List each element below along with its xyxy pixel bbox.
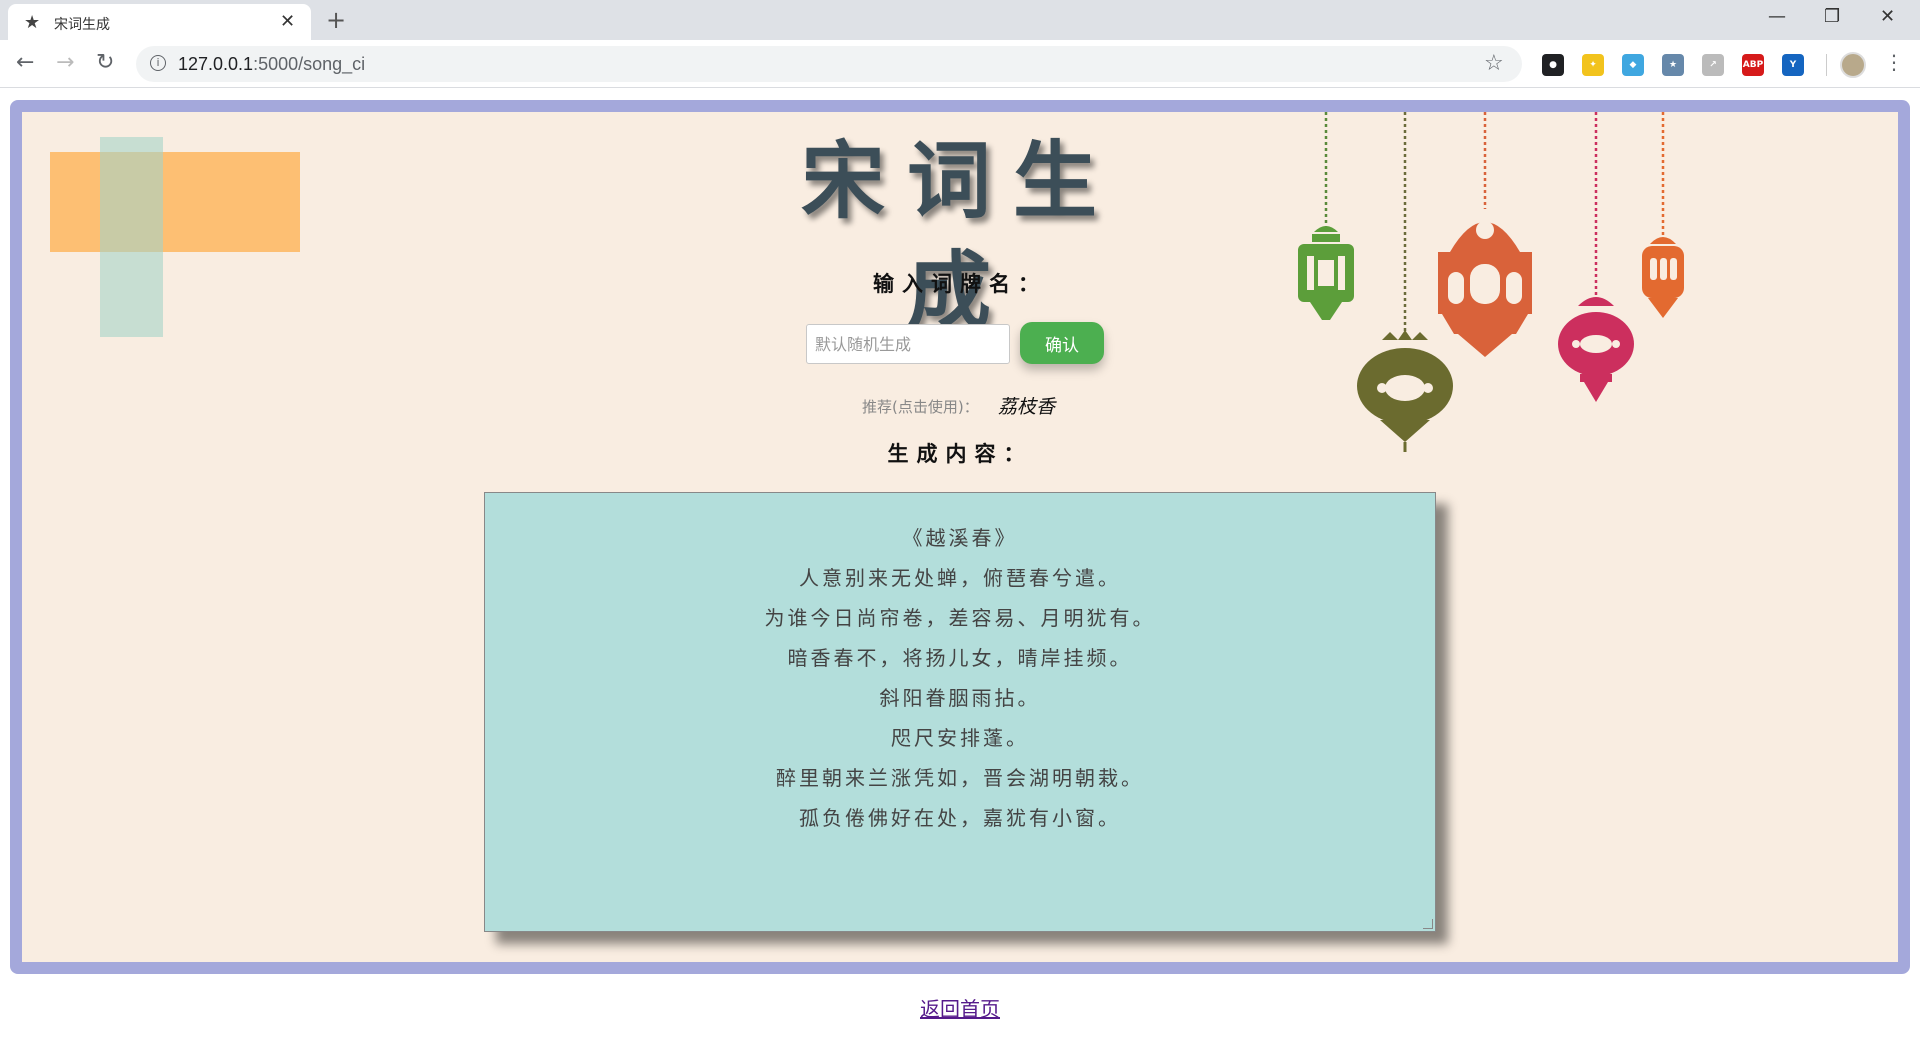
url-host: 127.0.0.1 [178, 54, 254, 74]
decorative-green-block [100, 137, 163, 337]
recommend-label: 推荐(点击使用)： [862, 398, 979, 416]
extension-5-icon[interactable]: ↗ [1702, 54, 1724, 76]
url-path: :5000/song_ci [253, 54, 366, 74]
url-text[interactable]: 127.0.0.1:5000/song_ci [178, 54, 365, 75]
green-lantern-icon [1298, 226, 1354, 320]
resize-handle-icon[interactable] [1423, 919, 1433, 929]
output-label: 生成内容： [887, 441, 1033, 466]
adblock-icon[interactable]: ABP [1742, 54, 1764, 76]
tab-title: 宋词生成 [54, 17, 110, 33]
confirm-button[interactable]: 确认 [1020, 322, 1104, 364]
profile-avatar[interactable] [1840, 52, 1866, 78]
magenta-lantern-icon [1558, 297, 1634, 402]
reload-icon[interactable]: ↻ [96, 50, 114, 75]
tab-strip: ★ 宋词生成 ✕ + — ❐ ✕ [0, 0, 1920, 40]
hanging-lanterns-illustration [1298, 112, 1684, 452]
input-label: 输入词牌名： [873, 271, 1047, 296]
extension-2-icon[interactable]: ✦ [1582, 54, 1604, 76]
new-tab-icon[interactable]: + [326, 6, 346, 34]
site-info-icon[interactable]: i [150, 55, 166, 71]
poem-line: 醉里朝来兰涨凭如，晋会湖明朝栽。 [776, 766, 1144, 790]
extension-3-icon[interactable]: ◆ [1622, 54, 1644, 76]
toolbar-divider [1826, 54, 1827, 76]
address-bar[interactable]: i 127.0.0.1:5000/song_ci ☆ [136, 46, 1522, 82]
bookmark-star-icon[interactable]: ☆ [1484, 51, 1504, 76]
poem-line: 为谁今日尚帘卷，差容易、月明犹有。 [764, 606, 1156, 630]
extension-7-icon[interactable]: Y [1782, 54, 1804, 76]
decorative-orange-block [50, 152, 300, 252]
browser-toolbar: ← → ↻ i 127.0.0.1:5000/song_ci ☆ ● ✦ ◆ ★ ↗ AB… [0, 40, 1920, 88]
home-link[interactable]: 返回首页 [900, 993, 1020, 1022]
poem-output-textarea[interactable]: 《越溪春》人意别来无处蝉，俯琶春兮遣。为谁今日尚帘卷，差容易、月明犹有。 暗香春不… [484, 492, 1436, 932]
minimize-icon[interactable]: — [1768, 6, 1786, 27]
forward-arrow-icon[interactable]: → [56, 50, 74, 75]
extension-4-icon[interactable]: ★ [1662, 54, 1684, 76]
browser-tab[interactable]: ★ 宋词生成 ✕ [8, 4, 311, 40]
back-arrow-icon[interactable]: ← [16, 50, 34, 75]
cipai-input[interactable] [806, 324, 1010, 364]
poem-line: 暗香春不，将扬儿女，晴岸挂频。 [787, 646, 1133, 670]
restore-icon[interactable]: ❐ [1824, 6, 1840, 27]
recommend-cipai-link[interactable]: 荔枝香 [998, 392, 1055, 419]
kebab-menu-icon[interactable]: ⋮ [1884, 50, 1904, 74]
page-title: 宋词生成 [800, 131, 1119, 340]
small-orange-lantern-icon [1642, 237, 1684, 318]
olive-lantern-icon [1357, 330, 1453, 452]
star-icon: ★ [24, 12, 41, 33]
orange-lantern-icon [1438, 221, 1532, 357]
close-tab-icon[interactable]: ✕ [280, 11, 295, 32]
close-window-icon[interactable]: ✕ [1880, 6, 1895, 27]
poem-line: 咫尺安排蓬。 [891, 726, 1029, 750]
poem-line: 孤负倦佛好在处，嘉犹有小窗。 [799, 806, 1121, 830]
extension-1-icon[interactable]: ● [1542, 54, 1564, 76]
poem-title-line: 《越溪春》 [902, 526, 1018, 550]
poem-line: 人意别来无处蝉，俯琶春兮遣。 [799, 566, 1121, 590]
poem-line: 斜阳眷胭雨拈。 [879, 686, 1041, 710]
